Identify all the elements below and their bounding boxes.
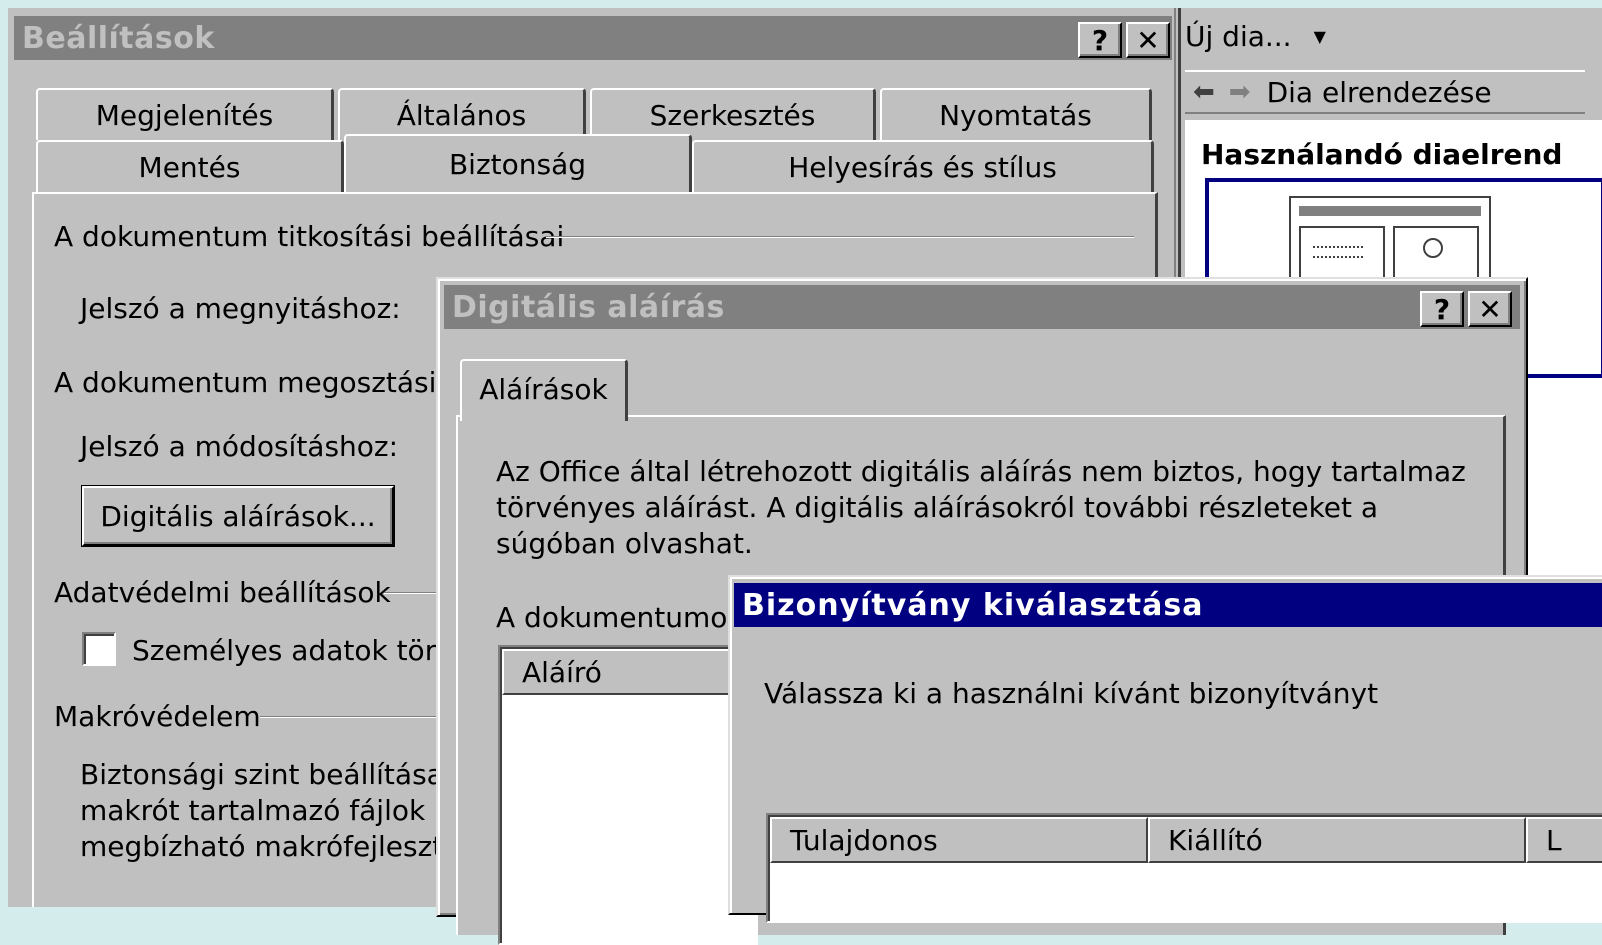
col-owner[interactable]: Tulajdonos <box>770 817 1148 863</box>
digital-signatures-button[interactable]: Digitális aláírások... <box>82 486 394 546</box>
cert-titlebar[interactable]: Bizonyítvány kiválasztása <box>734 583 1602 627</box>
col-third[interactable]: L <box>1526 817 1602 863</box>
tab-label: Helyesírás és stílus <box>788 150 1057 184</box>
cert-prompt: Válassza ki a használni kívánt bizonyítv… <box>764 677 1379 710</box>
help-icon: ? <box>1091 23 1109 57</box>
cert-title: Bizonyítvány kiválasztása <box>742 587 1204 623</box>
modify-password-label: Jelszó a módosításhoz: <box>80 430 399 463</box>
tab-megjelenites[interactable]: Megjelenítés <box>36 88 334 140</box>
arrow-right-icon[interactable]: ➡ <box>1229 77 1251 107</box>
close-button[interactable]: ✕ <box>1468 291 1512 327</box>
settings-title: Beállítások <box>22 20 215 56</box>
close-icon: ✕ <box>1136 23 1160 57</box>
info-line-3: súgóban olvashat. <box>496 527 753 560</box>
col-signer[interactable]: Aláíró <box>502 649 752 695</box>
close-button[interactable]: ✕ <box>1126 22 1170 58</box>
chevron-down-icon: ▼ <box>1313 26 1326 46</box>
tab-label: Mentés <box>138 150 241 184</box>
settings-titlebar[interactable]: Beállítások ? ✕ <box>14 16 1172 60</box>
sharing-group-label: A dokumentum megosztási b <box>54 366 464 399</box>
tab-label: Megjelenítés <box>95 98 274 132</box>
macro-text-line3: megbízható makrófejlesztő <box>80 830 461 863</box>
col-issuer[interactable]: Kiállító <box>1148 817 1526 863</box>
macro-group-label: Makróvédelem <box>54 700 261 733</box>
digsig-title: Digitális aláírás <box>452 289 725 325</box>
document-signed-label: A dokumentumot <box>496 601 739 634</box>
help-icon: ? <box>1433 292 1451 326</box>
tab-biztonsag[interactable]: Biztonság <box>344 134 692 192</box>
macro-text-line1: Biztonsági szint beállítása <box>80 758 444 791</box>
pane-nav-bar: ⬅ ➡ Dia elrendezése <box>1185 70 1585 114</box>
column-label: Tulajdonos <box>790 823 938 857</box>
group-divider <box>546 236 1134 238</box>
group-divider <box>384 592 444 594</box>
tab-altalanos[interactable]: Általános <box>338 88 586 140</box>
group-divider <box>260 716 444 718</box>
info-line-2: törvényes aláírást. A digitális aláíráso… <box>496 491 1379 524</box>
tab-nyomtatas[interactable]: Nyomtatás <box>880 88 1152 140</box>
tab-mentes[interactable]: Mentés <box>36 140 344 192</box>
button-label: Digitális aláírások... <box>100 499 376 533</box>
encryption-group-label: A dokumentum titkosítási beállításai <box>54 220 565 253</box>
column-label: L <box>1546 823 1562 857</box>
tab-label: Biztonság <box>448 148 587 181</box>
column-label: Kiállító <box>1168 823 1263 857</box>
close-icon: ✕ <box>1478 292 1502 326</box>
tab-label: Szerkesztés <box>649 98 816 132</box>
tab-helyesiras[interactable]: Helyesírás és stílus <box>692 140 1154 192</box>
new-slide-label: Új dia... <box>1185 19 1292 53</box>
layout-heading: Használandó diaelrend <box>1201 138 1563 171</box>
column-label: Aláíró <box>522 655 602 689</box>
certificate-dialog: Bizonyítvány kiválasztása Válassza ki a … <box>728 575 1602 923</box>
tab-alairasok[interactable]: Aláírások <box>460 359 628 421</box>
help-button[interactable]: ? <box>1420 291 1464 327</box>
signatures-list[interactable]: Aláíró <box>498 645 758 945</box>
tab-szerkesztes[interactable]: Szerkesztés <box>590 88 876 140</box>
tab-label: Aláírások <box>479 372 608 406</box>
help-button[interactable]: ? <box>1078 22 1122 58</box>
macro-text-line2: makrót tartalmazó fájlok r <box>80 794 446 827</box>
info-line-1: Az Office által létrehozott digitális al… <box>496 455 1466 488</box>
open-password-label: Jelszó a megnyitáshoz: <box>80 292 401 325</box>
tab-label: Nyomtatás <box>939 98 1092 132</box>
remove-personal-checkbox[interactable] <box>82 632 116 666</box>
remove-personal-label: Személyes adatok törl <box>132 634 444 667</box>
arrow-left-icon[interactable]: ⬅ <box>1193 77 1215 107</box>
privacy-group-label: Adatvédelmi beállítások <box>54 576 391 609</box>
pane-nav-title: Dia elrendezése <box>1266 75 1492 109</box>
new-slide-dropdown[interactable]: Új dia... ▼ <box>1185 8 1326 64</box>
tab-label: Általános <box>396 98 527 132</box>
digsig-titlebar[interactable]: Digitális aláírás ? ✕ <box>444 285 1520 329</box>
